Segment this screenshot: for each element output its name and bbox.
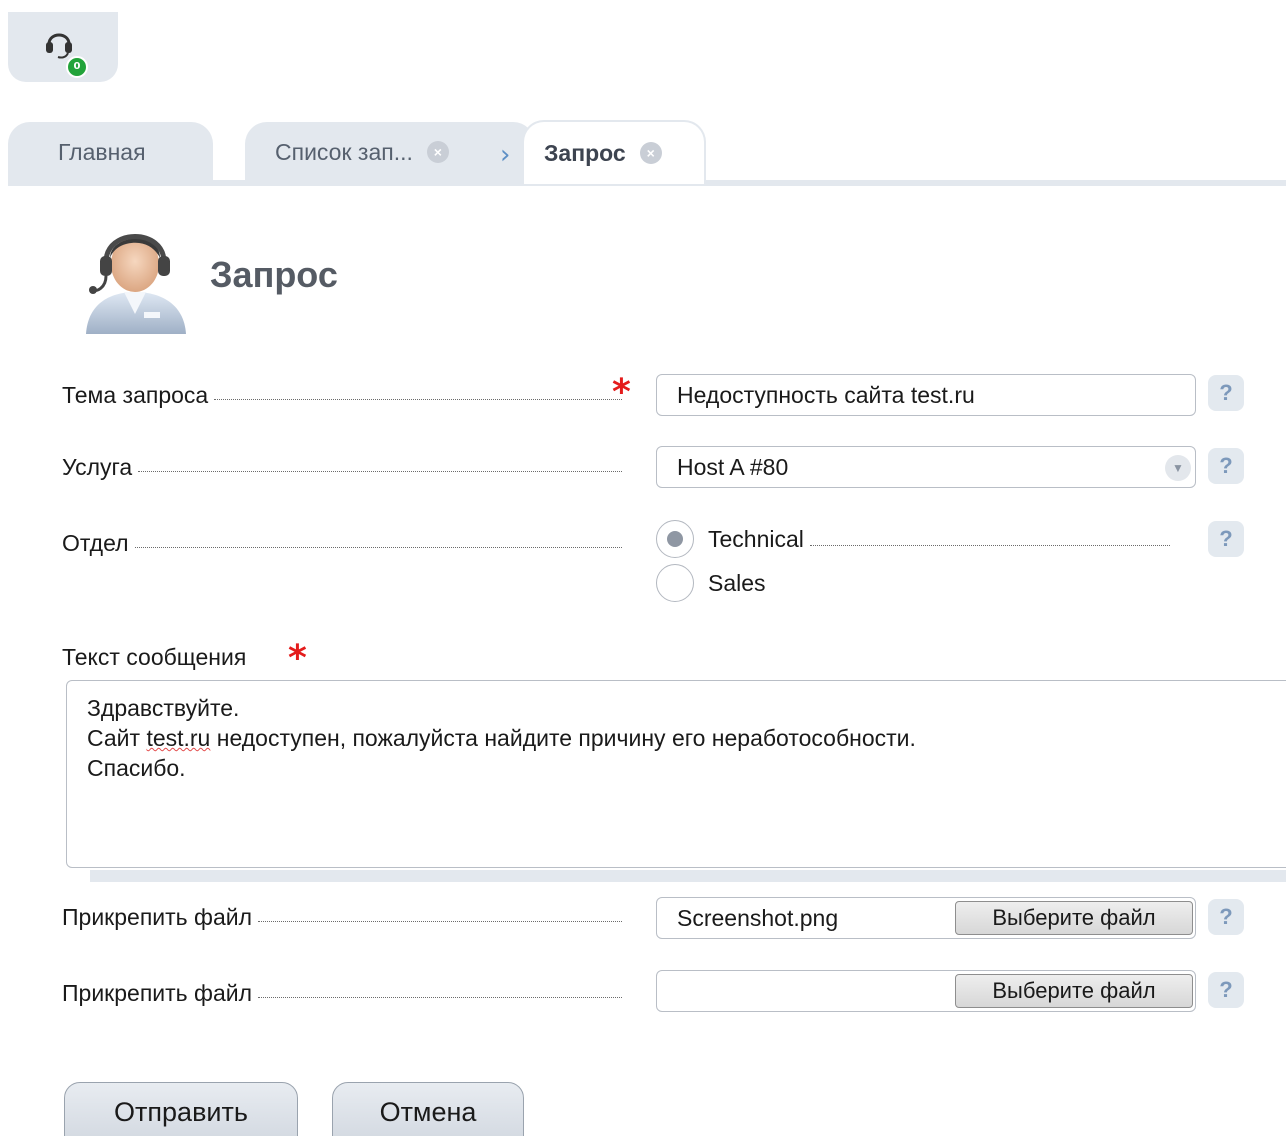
subject-label: Тема запроса [62, 382, 622, 409]
subject-input[interactable]: Недоступность сайта test.ru [656, 374, 1196, 416]
message-line-3: Спасибо. [87, 755, 186, 781]
service-select[interactable]: Host A #80 ▼ [656, 446, 1196, 488]
service-select-value: Host A #80 [677, 454, 789, 480]
tab-request[interactable]: Запрос × [522, 120, 706, 184]
message-line-2-prefix: Сайт [87, 725, 147, 751]
dotted-leader [138, 471, 622, 472]
cancel-button[interactable]: Отмена [332, 1082, 524, 1136]
attach1-file-name: Screenshot.png [677, 905, 839, 931]
department-help-icon[interactable]: ? [1208, 521, 1244, 557]
dotted-leader [258, 921, 622, 922]
attach1-choose-file-button[interactable]: Выберите файл [955, 901, 1193, 935]
radio-technical-label: Technical [708, 525, 804, 552]
close-icon[interactable]: × [639, 142, 662, 164]
tab-home[interactable]: Главная [8, 122, 213, 182]
required-asterisk: * [288, 638, 307, 679]
subject-label-text: Тема запроса [62, 382, 209, 408]
message-textarea[interactable]: Здравствуйте. Сайт test.ru недоступен, п… [66, 680, 1286, 868]
dotted-leader [809, 544, 1170, 546]
support-widget[interactable]: 0 [8, 12, 118, 82]
attach2-choose-file-button[interactable]: Выберите файл [955, 974, 1193, 1008]
attach2-label-text: Прикрепить файл [62, 980, 253, 1006]
message-line-2: Сайт test.ru недоступен, пожалуйста найд… [87, 723, 1285, 753]
tab-request-label: Запрос [544, 139, 626, 166]
message-label-text: Текст сообщения [62, 644, 247, 670]
tab-request-list[interactable]: Список зап... × [245, 122, 535, 182]
chevron-down-icon[interactable]: ▼ [1165, 455, 1191, 481]
tabs-bar: Главная Список зап... × › Запрос × [8, 120, 1286, 186]
required-asterisk: * [612, 372, 631, 413]
service-label: Услуга [62, 454, 622, 481]
textarea-resize-bar[interactable] [90, 870, 1286, 882]
radio-technical[interactable] [656, 520, 694, 558]
notification-badge: 0 [66, 56, 88, 78]
attach1-file-input[interactable]: Screenshot.png Выберите файл [656, 897, 1196, 939]
dotted-leader [134, 547, 622, 548]
attach1-label: Прикрепить файл [62, 904, 622, 931]
service-help-icon[interactable]: ? [1208, 448, 1244, 484]
attach2-help-icon[interactable]: ? [1208, 972, 1244, 1008]
attach2-label: Прикрепить файл [62, 980, 622, 1007]
headset-icon [46, 33, 72, 59]
radio-sales-label: Sales [708, 569, 766, 596]
attach1-label-text: Прикрепить файл [62, 904, 253, 930]
close-icon[interactable]: × [426, 141, 449, 163]
radio-sales[interactable] [656, 564, 694, 602]
dotted-leader [258, 997, 622, 998]
tab-request-list-label: Список зап... [275, 138, 413, 165]
service-label-text: Услуга [62, 454, 133, 480]
radio-option-technical[interactable]: Technical [656, 520, 1170, 558]
attach1-help-icon[interactable]: ? [1208, 899, 1244, 935]
tab-home-label: Главная [58, 138, 146, 165]
page: 0 Главная Список зап... × › Запрос × Зап… [0, 0, 1286, 1136]
message-line-2-suffix: недоступен, пожалуйста найдите причину е… [210, 725, 916, 751]
attach2-file-input[interactable]: Выберите файл [656, 970, 1196, 1012]
page-title: Запрос [210, 254, 338, 295]
department-label: Отдел [62, 530, 622, 557]
chevron-right-icon: › [500, 140, 511, 170]
message-line-2-link: test.ru [146, 725, 211, 751]
support-operator-avatar-icon [86, 234, 186, 334]
message-label: Текст сообщения [62, 644, 246, 671]
message-line-1: Здравствуйте. [87, 695, 240, 721]
department-label-text: Отдел [62, 530, 129, 556]
radio-option-sales[interactable]: Sales [656, 564, 766, 602]
subject-help-icon[interactable]: ? [1208, 375, 1244, 411]
submit-button[interactable]: Отправить [64, 1082, 298, 1136]
dotted-leader [214, 399, 622, 400]
